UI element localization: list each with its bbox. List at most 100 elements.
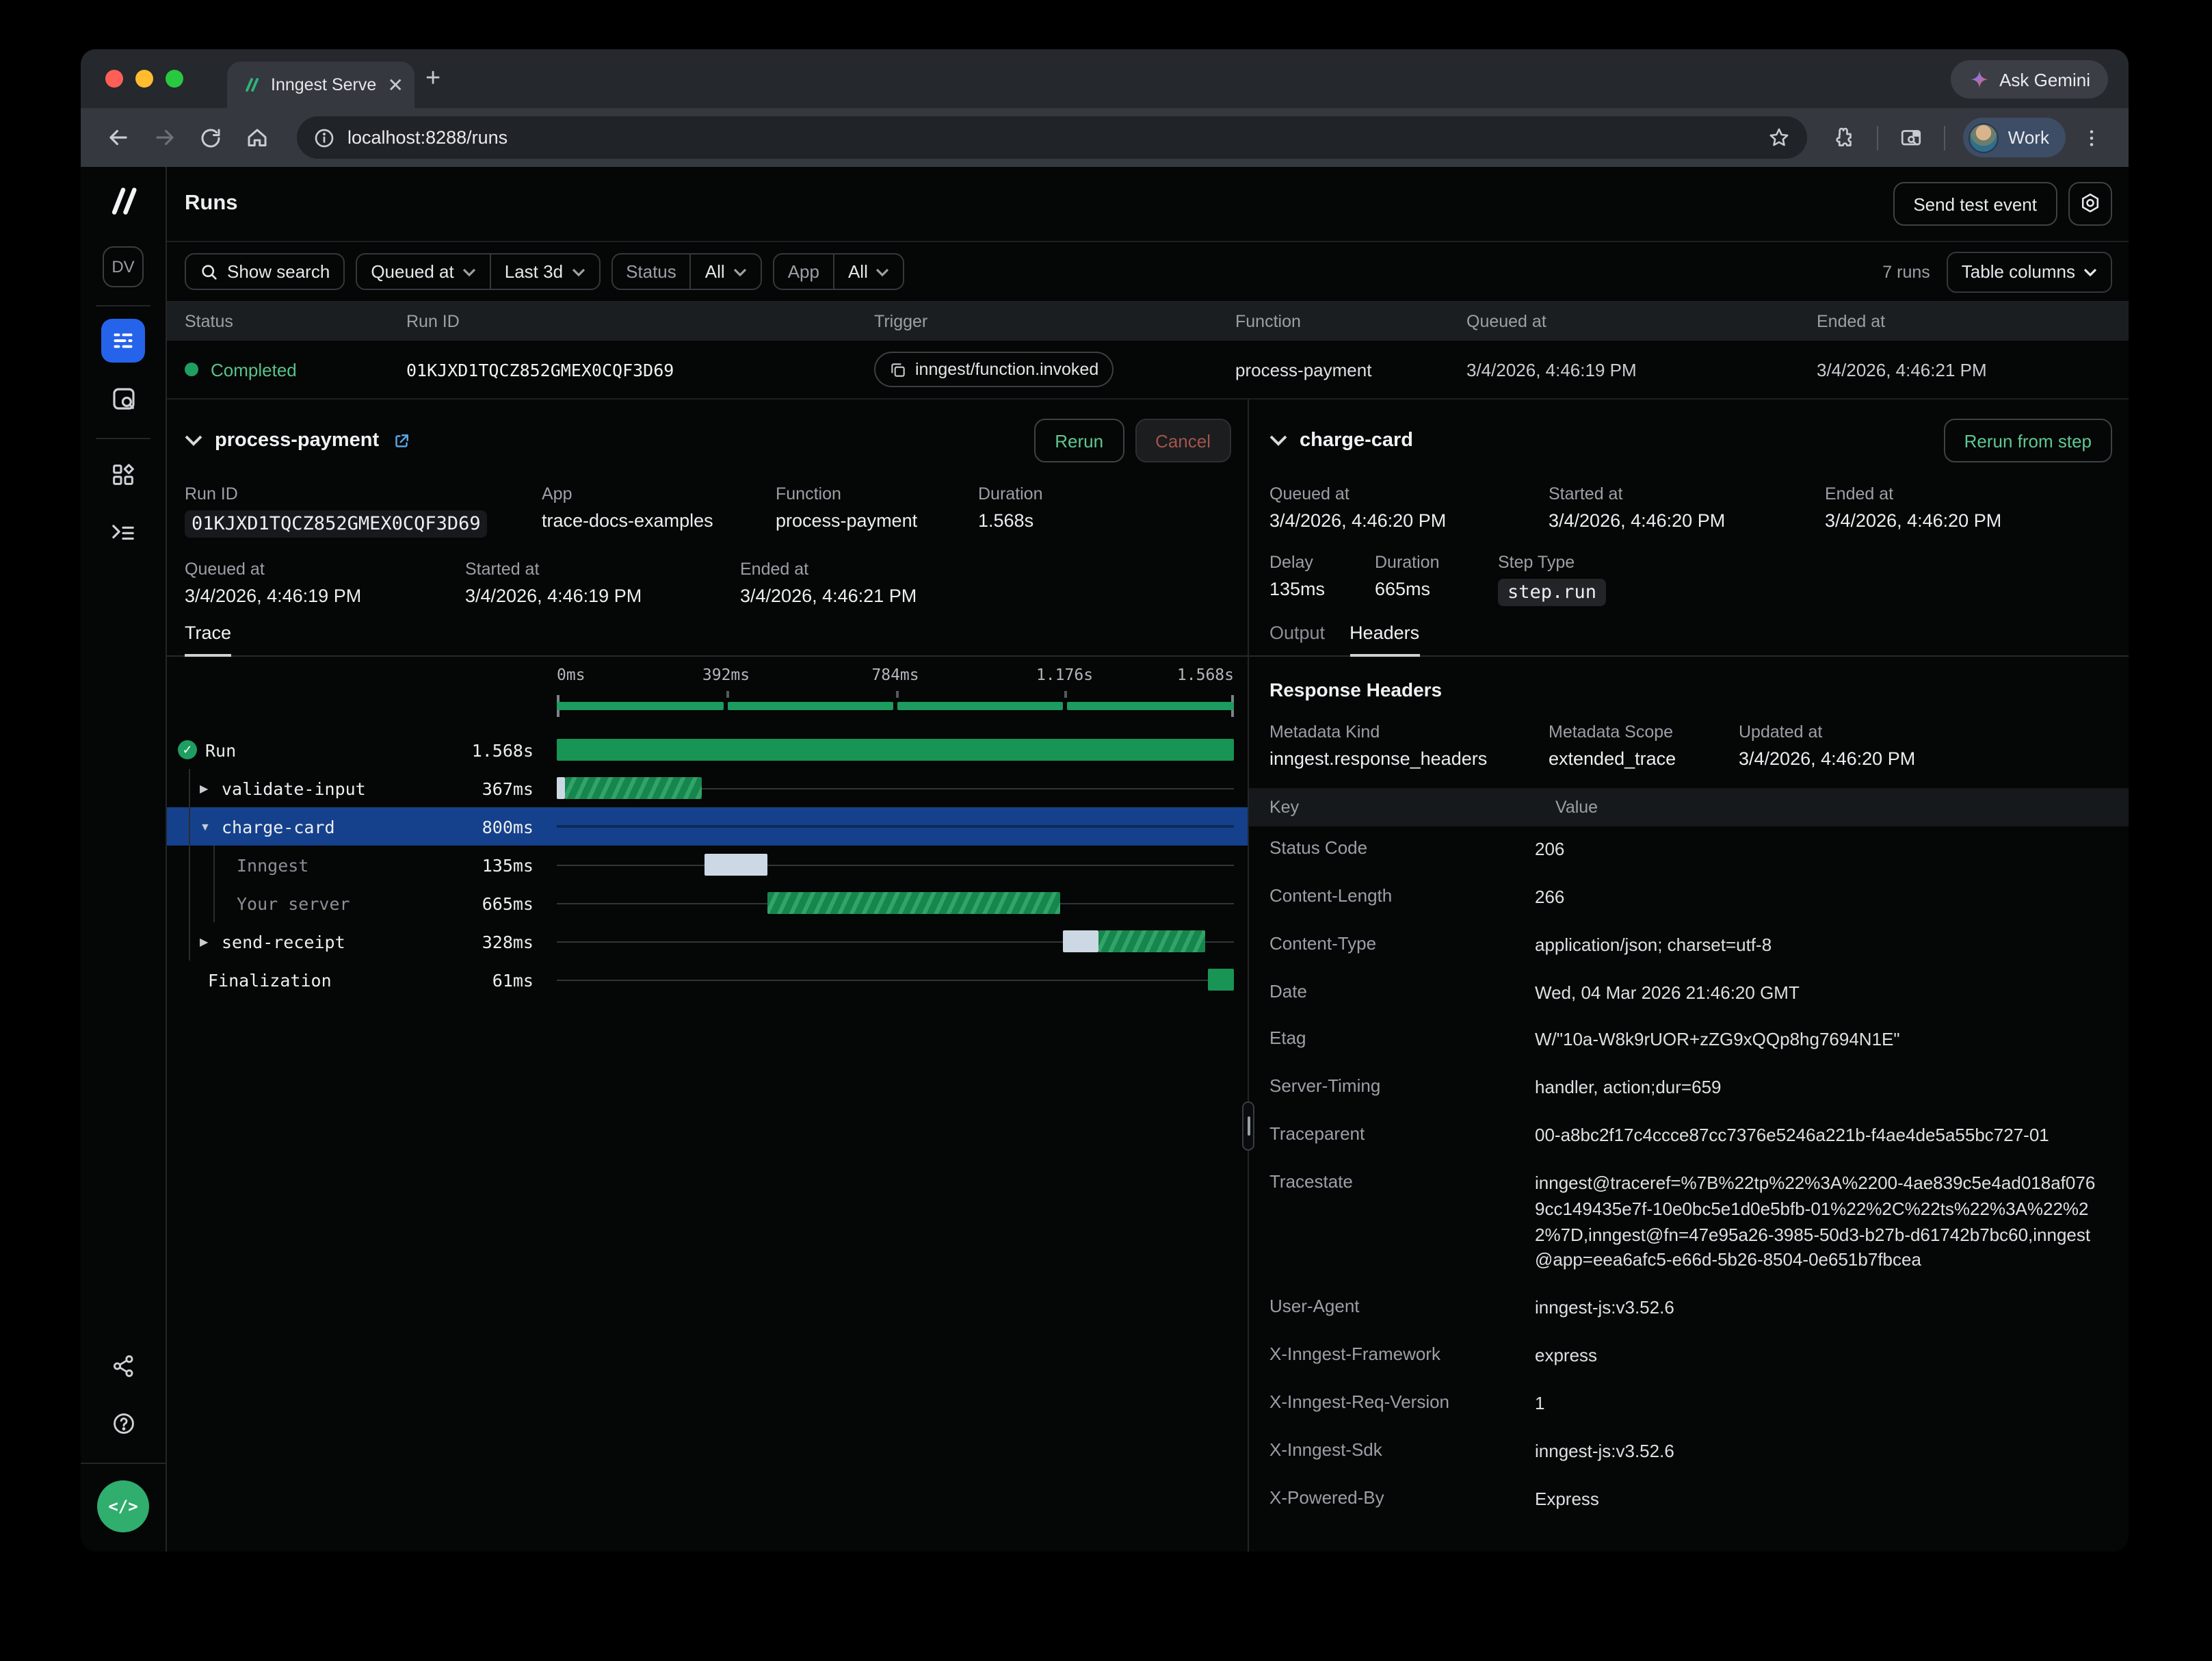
trace-row-your-server[interactable]: Your server665ms <box>167 884 1248 922</box>
rerun-from-step-button[interactable]: Rerun from step <box>1944 419 2112 462</box>
header-key: Tracestate <box>1269 1171 1514 1274</box>
trace-row-send-receipt[interactable]: ▶send-receipt328ms <box>167 922 1248 960</box>
trace-tabs: Trace <box>167 623 1248 657</box>
trace-row-charge-card[interactable]: ▼charge-card800ms <box>167 807 1248 846</box>
sidebar-bottom-divider <box>81 1463 166 1464</box>
axis-tick: 0ms <box>557 665 585 684</box>
ended-at-cell: 3/4/2026, 4:46:21 PM <box>1817 359 2129 380</box>
search-tabs-icon[interactable] <box>1891 117 1932 158</box>
delay-value: 135ms <box>1269 579 1375 599</box>
chevron-down-icon <box>462 267 476 276</box>
settings-button[interactable] <box>2068 182 2112 226</box>
reload-button[interactable] <box>190 117 231 158</box>
header-row: Status Code206 <box>1269 826 2104 874</box>
chevron-down-icon <box>733 267 747 276</box>
trigger-badge[interactable]: inngest/function.invoked <box>874 352 1114 387</box>
profile-label: Work <box>2008 127 2049 148</box>
address-bar[interactable]: localhost:8288/runs <box>297 116 1807 159</box>
expand-arrow-icon[interactable]: ▶ <box>200 782 208 794</box>
trace-row-run[interactable]: ✓Run1.568s <box>167 731 1248 769</box>
ended-at-label: Ended at <box>740 560 1231 586</box>
value-column-header: Value <box>1535 798 2129 817</box>
browser-tab[interactable]: Inngest Server ✕ <box>227 62 414 108</box>
queued-at-dropdown[interactable]: Queued at <box>357 254 489 289</box>
trace-span-duration: 1.568s <box>413 740 534 760</box>
new-tab-button[interactable]: + <box>425 49 440 108</box>
chevron-down-icon <box>876 267 890 276</box>
app-filter-dropdown[interactable]: All <box>834 254 904 289</box>
step-detail-panel: charge-card Rerun from step Queued at 3/… <box>1249 400 2129 1552</box>
function-link[interactable]: process-payment <box>776 510 978 531</box>
time-range-dropdown[interactable]: Last 3d <box>491 254 598 289</box>
tab-headers[interactable]: Headers <box>1349 623 1419 655</box>
tree-guide-line <box>189 769 190 960</box>
header-row: Content-Length266 <box>1269 874 2104 922</box>
trace-span-bars <box>557 884 1234 922</box>
header-value: inngest@traceref=%7B%22tp%22%3A%2200-4ae… <box>1514 1171 2104 1274</box>
sidebar-item-events[interactable] <box>101 376 145 420</box>
trace-row-validate-input[interactable]: ▶validate-input367ms <box>167 769 1248 807</box>
send-test-event-button[interactable]: Send test event <box>1893 182 2057 226</box>
browser-menu-icon[interactable] <box>2071 117 2112 158</box>
app-link[interactable]: trace-docs-examples <box>542 510 776 531</box>
dev-server-button[interactable]: </> <box>97 1480 149 1532</box>
time-filter: Queued at Last 3d <box>356 253 600 290</box>
table-row[interactable]: Completed 01KJXD1TQCZ852GMEX0CQF3D69 inn… <box>167 341 2129 400</box>
url-text[interactable]: localhost:8288/runs <box>347 127 1755 148</box>
queued-at-label: Queued at <box>185 560 465 586</box>
trace-row-inngest[interactable]: Inngest135ms <box>167 846 1248 884</box>
header-value: handler, action;dur=659 <box>1514 1075 2104 1101</box>
home-button[interactable] <box>237 117 278 158</box>
header-key: Content-Length <box>1269 885 1514 911</box>
axis-tick: 1.176s <box>1036 665 1093 684</box>
app-header: Runs Send test event <box>167 167 2129 242</box>
trace-span-bars <box>557 769 1234 807</box>
delay-bar <box>1064 930 1098 952</box>
back-button[interactable] <box>97 117 138 158</box>
status-filter-dropdown[interactable]: All <box>692 254 761 289</box>
show-search-button[interactable]: Show search <box>185 253 345 290</box>
forward-button[interactable] <box>144 117 185 158</box>
rerun-button[interactable]: Rerun <box>1034 419 1124 462</box>
delay-bar <box>705 854 768 876</box>
header-row: X-Powered-ByExpress <box>1269 1476 2104 1523</box>
runs-table-header: Status Run ID Trigger Function Queued at… <box>167 302 2129 341</box>
queued-at-label: Queued at <box>371 261 453 282</box>
help-icon[interactable] <box>101 1401 145 1445</box>
ask-gemini-button[interactable]: Ask Gemini <box>1950 60 2108 99</box>
started-at-label: Started at <box>465 560 740 586</box>
tab-trace[interactable]: Trace <box>185 623 231 655</box>
share-icon[interactable] <box>101 1344 145 1387</box>
sidebar-item-console[interactable] <box>101 510 145 554</box>
trace-minimap[interactable] <box>557 695 1234 717</box>
collapse-run-chevron-icon[interactable] <box>185 435 202 446</box>
sidebar-item-apps[interactable] <box>101 453 145 497</box>
minimize-window-button[interactable] <box>135 70 153 88</box>
external-link-icon[interactable] <box>391 430 412 451</box>
close-window-button[interactable] <box>105 70 123 88</box>
collapse-arrow-icon[interactable]: ▼ <box>200 820 211 833</box>
env-badge[interactable]: DV <box>103 246 144 287</box>
trace-span-duration: 135ms <box>413 854 534 875</box>
tab-close-icon[interactable]: ✕ <box>388 75 404 94</box>
browser-profile-button[interactable]: Work <box>1963 118 2066 157</box>
collapse-step-chevron-icon[interactable] <box>1269 435 1287 446</box>
trace-span-label: Your server <box>167 893 350 913</box>
header-value: W/"10a-W8k9rUOR+zZG9xQQp8hg7694N1E" <box>1514 1028 2104 1054</box>
trace-row-finalization[interactable]: Finalization61ms <box>167 960 1248 999</box>
inngest-sidebar-logo-icon[interactable] <box>104 182 142 220</box>
bookmark-star-icon[interactable] <box>1767 126 1791 149</box>
step-started-at-label: Started at <box>1549 484 1825 510</box>
tab-output[interactable]: Output <box>1269 623 1325 655</box>
col-status: Status <box>185 312 406 331</box>
cancel-button[interactable]: Cancel <box>1135 419 1231 462</box>
header-key: Etag <box>1269 1028 1514 1054</box>
site-info-icon[interactable] <box>313 127 335 148</box>
table-columns-button[interactable]: Table columns <box>1947 251 2112 292</box>
extensions-icon[interactable] <box>1823 117 1865 158</box>
maximize-window-button[interactable] <box>166 70 183 88</box>
sidebar-item-runs[interactable] <box>101 319 145 363</box>
header-row: Server-Timinghandler, action;dur=659 <box>1269 1064 2104 1112</box>
metadata-scope-value: extended_trace <box>1549 748 1739 769</box>
expand-arrow-icon[interactable]: ▶ <box>200 935 208 947</box>
